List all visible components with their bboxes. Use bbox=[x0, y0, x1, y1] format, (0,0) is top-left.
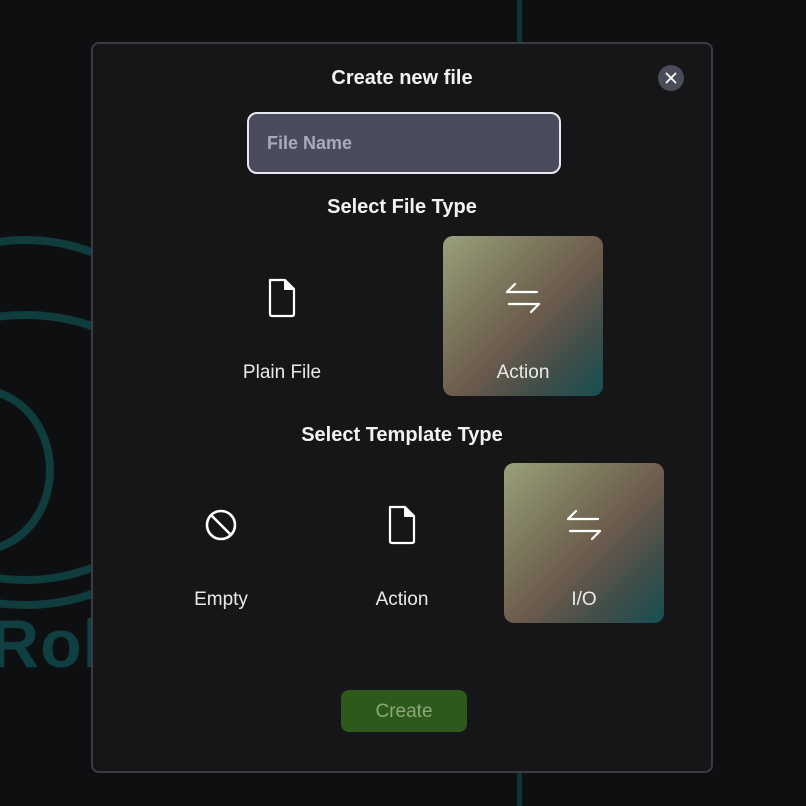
template-option-action[interactable]: Action bbox=[322, 463, 482, 623]
create-button[interactable]: Create bbox=[341, 690, 467, 732]
option-label: I/O bbox=[571, 589, 597, 610]
file-name-input[interactable] bbox=[247, 112, 561, 174]
option-label: Action bbox=[375, 589, 429, 610]
ban-icon bbox=[201, 505, 241, 545]
arrows-exchange-icon bbox=[503, 278, 543, 318]
file-type-heading: Select File Type bbox=[327, 196, 477, 218]
close-icon bbox=[665, 72, 677, 84]
option-label: Empty bbox=[194, 589, 248, 610]
file-icon bbox=[262, 278, 302, 318]
arrows-exchange-icon bbox=[564, 505, 604, 545]
template-option-empty[interactable]: Empty bbox=[141, 463, 301, 623]
template-type-heading: Select Template Type bbox=[301, 424, 503, 446]
dialog-title: Create new file bbox=[331, 67, 473, 89]
close-button[interactable] bbox=[658, 65, 684, 91]
option-label: Action bbox=[496, 362, 550, 383]
option-label: Plain File bbox=[242, 362, 322, 383]
template-option-io[interactable]: I/O bbox=[504, 463, 664, 623]
file-type-option-plain-file[interactable]: Plain File bbox=[202, 236, 362, 396]
create-file-dialog: Create new file Select File Type Plain F… bbox=[91, 42, 713, 773]
file-icon bbox=[382, 505, 422, 545]
file-type-option-action[interactable]: Action bbox=[443, 236, 603, 396]
